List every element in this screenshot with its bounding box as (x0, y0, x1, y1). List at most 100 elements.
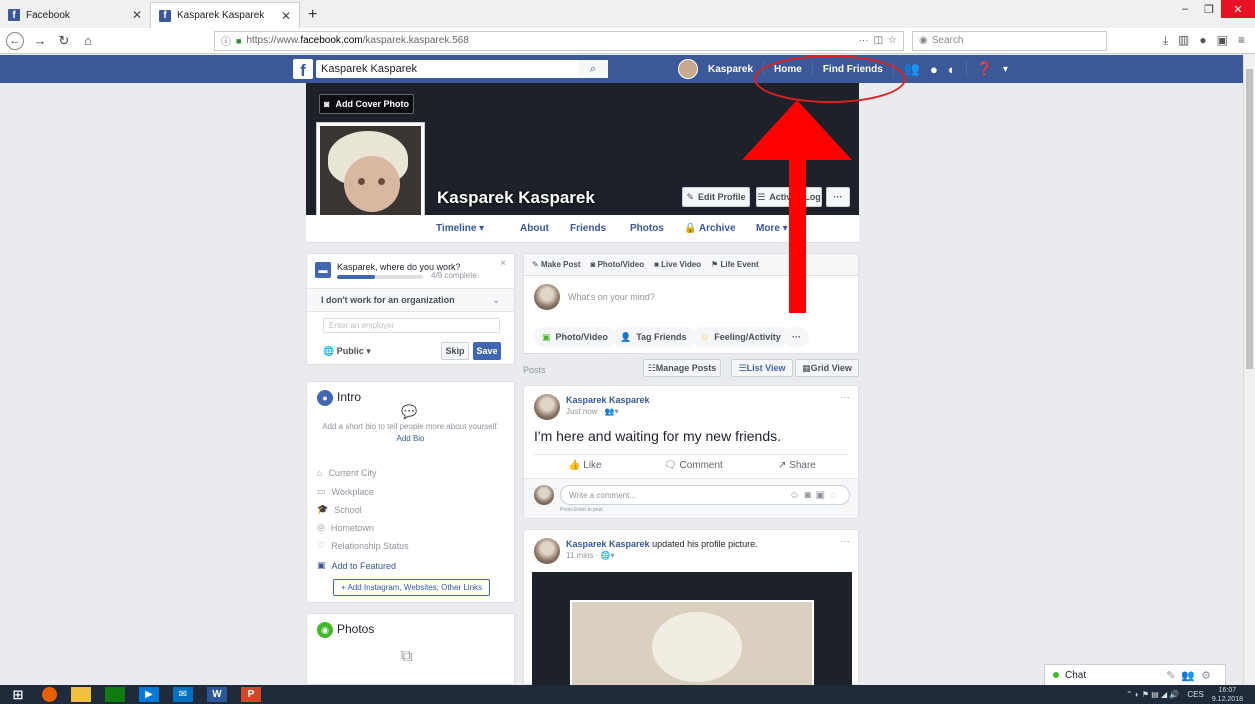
page-actions-icon[interactable]: ··· (859, 35, 869, 46)
extension-icon[interactable]: ● (1199, 33, 1206, 48)
intro-item-school[interactable]: 🎓 School (317, 504, 362, 515)
browser-tab-facebook[interactable]: f Facebook ✕ (0, 2, 150, 28)
help-icon[interactable]: ❓ (977, 61, 993, 77)
tab-more[interactable]: More ▾ (756, 223, 788, 234)
add-links-button[interactable]: + Add Instagram, Websites, Other Links (333, 579, 490, 596)
word-icon[interactable]: W (207, 687, 227, 702)
browser-search-input[interactable]: ◉ Search (912, 30, 1107, 51)
post-author[interactable]: Kasparek Kasparek (566, 539, 650, 549)
search-icon[interactable]: ⌕ (578, 60, 608, 78)
photo-video-button[interactable]: ▣ Photo/Video (534, 327, 616, 347)
add-bio-link[interactable]: Add Bio (307, 434, 514, 443)
comment-input[interactable]: Write a comment... ☺◙▣◌ (560, 485, 850, 505)
forward-icon[interactable]: → (32, 33, 48, 48)
page-scrollbar[interactable] (1243, 55, 1255, 685)
firefox-icon[interactable] (42, 687, 57, 702)
add-to-featured-link[interactable]: ▣ Add to Featured (317, 560, 396, 571)
like-button[interactable]: 👍 Like (568, 460, 602, 471)
organization-select[interactable]: I don't work for an organization ⌄ (307, 288, 514, 312)
tab-friends[interactable]: Friends (570, 223, 606, 234)
intro-item-workplace[interactable]: ▭ Workplace (317, 486, 374, 497)
more-options-button[interactable]: ··· (826, 187, 850, 207)
avatar[interactable] (534, 394, 560, 420)
chat-bar[interactable]: Chat ✎👥⚙ (1044, 664, 1226, 686)
avatar[interactable] (534, 284, 560, 310)
reload-icon[interactable]: ↻ (56, 33, 72, 49)
notifications-icon[interactable]: ◐ (948, 62, 956, 77)
tab-archive[interactable]: 🔒 Archive (684, 223, 736, 234)
facebook-logo-icon[interactable]: f (293, 59, 313, 79)
tab-close-icon[interactable]: ✕ (281, 9, 291, 23)
url-bar[interactable]: ⓘ ■ https://www.facebook.com/kasparek.ka… (214, 30, 904, 51)
nav-profile-link[interactable]: Kasparek (708, 64, 753, 75)
intro-item-relationship[interactable]: ♡ Relationship Status (317, 540, 409, 551)
post-input[interactable]: What's on your mind? (568, 292, 655, 302)
manage-posts-button[interactable]: ☷ Manage Posts (643, 359, 721, 377)
messages-icon[interactable]: ● (930, 62, 938, 77)
tag-friends-button[interactable]: 👤 Tag Friends (612, 327, 695, 347)
profile-name[interactable]: Kasparek Kasparek (437, 188, 595, 208)
account-menu-icon[interactable]: ▾ (1003, 64, 1008, 75)
library-icon[interactable]: ▥ (1178, 33, 1189, 48)
post-time[interactable]: 11 mins · 🌐▾ (566, 551, 615, 560)
comment-attachment-icons[interactable]: ☺◙▣◌ (789, 490, 849, 501)
mail-icon[interactable]: ✉ (173, 687, 193, 702)
windows-start-icon[interactable]: ⊞ (8, 687, 28, 702)
composer-tab-life-event[interactable]: ⚑ Life Event (711, 260, 759, 269)
composer-tab-make-post[interactable]: ✎ Make Post (532, 260, 581, 269)
sidebar-icon[interactable]: ▣ (1217, 33, 1228, 48)
back-icon[interactable]: ← (6, 31, 24, 50)
clock[interactable]: 16:07 9.12.2018 (1212, 686, 1243, 704)
comment-button[interactable]: 🗨 Comment (664, 460, 723, 471)
chat-options-icons[interactable]: ✎👥⚙ (1166, 669, 1217, 682)
post-time[interactable]: Just now · 👥▾ (566, 407, 619, 416)
share-button[interactable]: ↗ Share (778, 460, 816, 471)
add-cover-photo-button[interactable]: ◙ Add Cover Photo (319, 94, 414, 114)
composer-tab-live-video[interactable]: ■ Live Video (654, 260, 701, 269)
close-icon[interactable]: × (500, 258, 506, 269)
pencil-icon: ✎ (686, 191, 695, 202)
post-photo[interactable] (532, 572, 852, 690)
list-view-button[interactable]: ☰ List View (731, 359, 793, 377)
grid-view-button[interactable]: ▦ Grid View (795, 359, 859, 377)
window-close-icon[interactable]: ✕ (1221, 0, 1255, 18)
privacy-selector[interactable]: 🌐 Public ▾ (323, 346, 371, 357)
composer-tab-photo-video[interactable]: ◙ Photo/Video (591, 260, 645, 269)
bookmark-star-icon[interactable]: ☆ (888, 35, 897, 46)
facebook-search-input[interactable]: Kasparek Kasparek ⌕ (316, 60, 608, 78)
restore-icon[interactable]: ❐ (1197, 0, 1221, 18)
post-menu-icon[interactable]: ··· (840, 392, 850, 403)
new-tab-button[interactable]: + (300, 2, 325, 28)
friend-requests-icon[interactable]: 👥 (904, 61, 920, 77)
intro-item-hometown[interactable]: ◎ Hometown (317, 522, 374, 533)
store-icon[interactable] (105, 687, 125, 702)
downloads-icon[interactable]: ⤓ (1163, 33, 1168, 48)
intro-item-current-city[interactable]: ⌂ Current City (317, 468, 376, 478)
tab-timeline[interactable]: Timeline ▾ (436, 223, 484, 234)
avatar[interactable] (678, 59, 698, 79)
tab-photos[interactable]: Photos (630, 223, 664, 234)
feeling-activity-button[interactable]: ☺ Feeling/Activity (692, 327, 789, 347)
scrollbar-thumb[interactable] (1246, 69, 1253, 369)
home-icon[interactable]: ⌂ (80, 33, 96, 48)
save-button[interactable]: Save (473, 342, 501, 360)
skip-button[interactable]: Skip (441, 342, 469, 360)
more-actions-button[interactable]: ··· (784, 327, 809, 347)
minimize-icon[interactable]: – (1173, 0, 1197, 18)
edit-profile-button[interactable]: ✎ Edit Profile (682, 187, 750, 207)
tab-about[interactable]: About (520, 223, 549, 234)
post-menu-icon[interactable]: ··· (840, 536, 850, 547)
menu-icon[interactable]: ≡ (1238, 33, 1245, 48)
file-explorer-icon[interactable] (71, 687, 91, 702)
language-indicator[interactable]: CES (1187, 690, 1203, 699)
employer-input[interactable]: Enter an employer (323, 318, 500, 333)
avatar[interactable] (534, 538, 560, 564)
media-player-icon[interactable]: ▶ (139, 687, 159, 702)
powerpoint-icon[interactable]: P (241, 687, 261, 702)
tab-close-icon[interactable]: ✕ (132, 8, 142, 22)
post-author[interactable]: Kasparek Kasparek (566, 395, 650, 405)
tray-icons[interactable]: ⌃ ◐ ⚑ ▤ ◢ 🔊 (1126, 690, 1180, 699)
pocket-icon[interactable]: ◫ (874, 35, 883, 46)
info-icon[interactable]: ⓘ (221, 33, 231, 48)
browser-tab-profile[interactable]: f Kasparek Kasparek ✕ (150, 2, 300, 28)
